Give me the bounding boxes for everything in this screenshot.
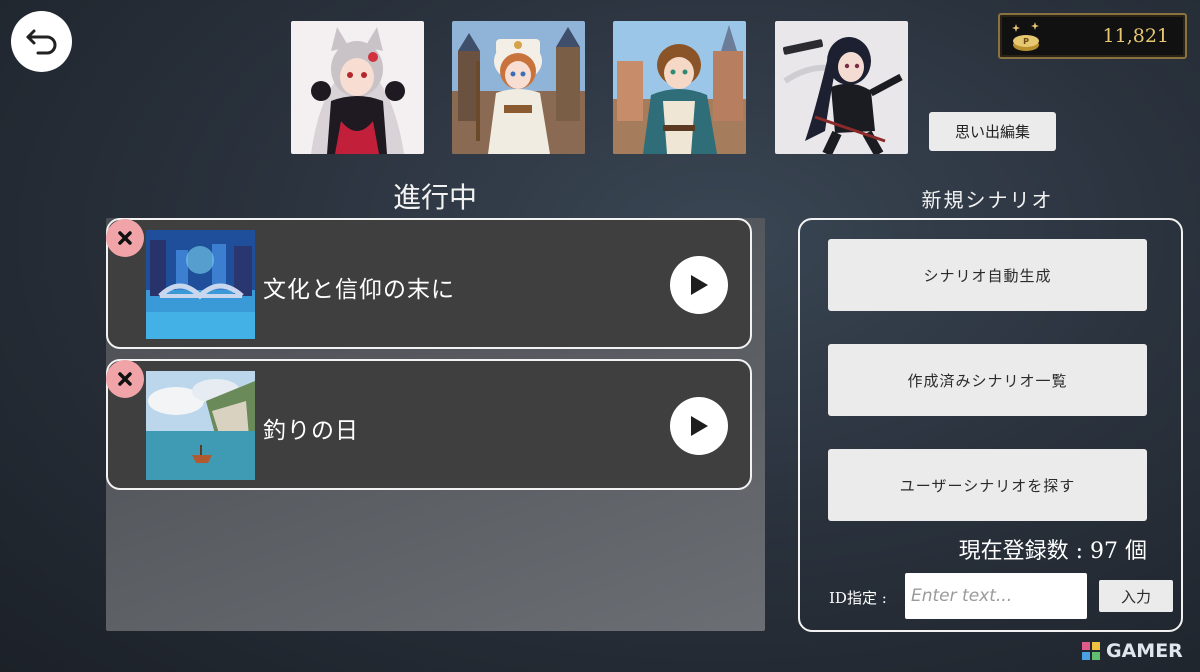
play-button[interactable] — [670, 397, 728, 455]
scenario-card[interactable]: 釣りの日 — [106, 359, 752, 490]
id-label: ID指定 : — [829, 589, 887, 607]
close-icon — [118, 372, 132, 386]
created-scenario-list-button[interactable]: 作成済みシナリオ一覧 — [828, 344, 1147, 416]
back-button[interactable] — [11, 11, 72, 72]
scenario-title: 文化と信仰の末に — [263, 277, 455, 303]
coin-counter: P 11,821 — [998, 13, 1187, 59]
portrait-young-adventurer[interactable] — [613, 21, 746, 154]
play-icon — [691, 275, 708, 295]
portrait-cat-girl[interactable] — [291, 21, 424, 154]
scenario-thumbnail — [146, 371, 255, 480]
play-icon — [691, 416, 708, 436]
watermark-text: GAMER — [1106, 640, 1183, 662]
undo-arrow-icon — [26, 29, 56, 54]
registered-count: 現在登録数 : 97 個 — [958, 539, 1147, 564]
p-coin-icon: P — [1012, 22, 1039, 51]
portrait-priestess[interactable] — [452, 21, 585, 154]
in-progress-title: 進行中 — [392, 181, 477, 214]
portrait-gunslinger[interactable] — [775, 21, 908, 154]
delete-button[interactable] — [106, 360, 144, 398]
coin-value: 11,821 — [1102, 25, 1169, 47]
play-button[interactable] — [670, 256, 728, 314]
memories-edit-button[interactable]: 思い出編集 — [929, 112, 1056, 151]
scenario-thumbnail — [146, 230, 255, 339]
scenario-card[interactable]: 文化と信仰の末に — [106, 218, 752, 349]
watermark: GAMER — [1080, 640, 1183, 662]
enter-button[interactable]: 入力 — [1099, 580, 1173, 612]
scenario-title: 釣りの日 — [263, 418, 359, 444]
close-icon — [118, 231, 132, 245]
gamer-logo-icon — [1082, 642, 1100, 660]
delete-button[interactable] — [106, 219, 144, 257]
auto-generate-button[interactable]: シナリオ自動生成 — [828, 239, 1147, 311]
new-scenario-title: 新規シナリオ — [921, 188, 1054, 212]
search-user-scenario-button[interactable]: ユーザーシナリオを探す — [828, 449, 1147, 521]
svg-text:P: P — [1023, 37, 1029, 46]
id-input[interactable] — [905, 573, 1087, 619]
